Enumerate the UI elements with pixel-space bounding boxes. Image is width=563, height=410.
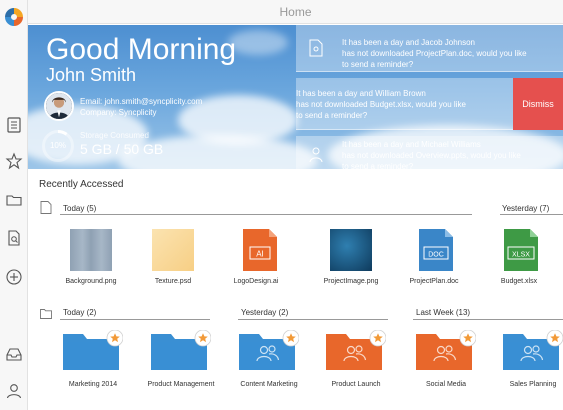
dismiss-button[interactable]: Dismiss xyxy=(513,78,563,130)
file-name: Background.png xyxy=(65,278,117,285)
user-icon[interactable] xyxy=(5,382,23,400)
folder-icon xyxy=(151,330,211,370)
notification-line: to send a reminder? xyxy=(342,60,414,69)
file-name: LogoDesign.ai xyxy=(233,278,279,285)
group-label: Yesterday (7) xyxy=(502,204,550,213)
divider xyxy=(413,319,563,320)
folder-name: Marketing 2014 xyxy=(68,381,118,388)
xlsx-file-icon: XLSX xyxy=(504,229,538,271)
document-icon xyxy=(309,39,323,57)
group-label: Today (2) xyxy=(63,308,97,317)
image-thumbnail xyxy=(70,229,112,271)
welcome-banner: Good Morning John Smith Email: john.smit… xyxy=(28,25,563,169)
storage-arc-fill xyxy=(57,130,68,136)
recently-accessed-heading: Recently Accessed xyxy=(39,179,124,190)
file-name: Budget.xlsx xyxy=(500,278,538,285)
group-label: Last Week (13) xyxy=(416,308,471,317)
files-icon[interactable] xyxy=(5,116,23,134)
notification-line: to send a reminder? xyxy=(296,111,368,120)
document-icon xyxy=(40,201,52,214)
file-name: ProjectImage.png xyxy=(323,278,379,285)
group-label: Today (5) xyxy=(63,204,97,213)
notification-panel: It has been a day and Jacob Johnson has … xyxy=(296,25,563,169)
sidebar xyxy=(0,0,28,410)
notification-line: has not downloaded ProjectPlan.doc, woul… xyxy=(342,49,527,58)
folder-name: Product Management xyxy=(147,381,215,388)
divider xyxy=(60,319,210,320)
folder-icon xyxy=(40,309,52,319)
star-icon[interactable] xyxy=(5,152,23,170)
folder-icon xyxy=(503,330,563,370)
folder-icon[interactable] xyxy=(5,191,23,209)
folder-name: Sales Planning xyxy=(509,381,557,388)
folder-name: Product Launch xyxy=(331,381,381,388)
group-label: Yesterday (2) xyxy=(241,308,289,317)
file-name: ProjectPlan.doc xyxy=(409,278,459,285)
notification-item[interactable]: It has been a day and Jacob Johnson has … xyxy=(296,25,563,72)
inbox-icon[interactable] xyxy=(5,345,23,363)
notification-item[interactable]: It has been a day and Michael Williams h… xyxy=(296,136,563,169)
greeting-heading: Good Morning xyxy=(46,33,237,66)
notification-line: has not downloaded Budget.xlsx, would yo… xyxy=(296,100,466,109)
doc-file-icon: DOC xyxy=(419,229,453,271)
user-name: John Smith xyxy=(46,65,137,85)
storage-percent: 10% xyxy=(49,141,66,150)
ai-file-icon: AI xyxy=(243,229,277,271)
user-icon xyxy=(309,147,323,163)
file-type-badge: XLSX xyxy=(512,252,530,259)
divider xyxy=(500,214,563,215)
file-type-badge: DOC xyxy=(428,252,444,259)
add-icon[interactable] xyxy=(5,268,23,286)
file-name: Texture.psd xyxy=(154,278,192,285)
image-thumbnail xyxy=(152,229,194,271)
notification-line: to send a reminder? xyxy=(342,162,414,169)
notification-line: has not downloaded Overview.ppts, would … xyxy=(342,151,521,160)
topbar: Home xyxy=(28,0,563,24)
document-search-icon[interactable] xyxy=(5,229,23,247)
folder-name: Social Media xyxy=(425,381,467,388)
notification-item[interactable]: It has been a day and William Brown has … xyxy=(296,78,563,130)
folder-name: Content Marketing xyxy=(240,381,298,388)
syncplicity-logo-icon xyxy=(5,8,23,26)
divider xyxy=(238,319,388,320)
avatar xyxy=(44,91,74,121)
folder-icon xyxy=(239,330,299,370)
folder-icon xyxy=(326,330,386,370)
user-email: Email: john.smith@syncplicity.com xyxy=(80,97,203,106)
file-type-badge: AI xyxy=(256,250,264,259)
divider xyxy=(60,214,472,215)
image-thumbnail xyxy=(330,229,372,271)
storage-label: Storage Consumed xyxy=(80,131,149,140)
folder-icon xyxy=(416,330,476,370)
folder-icon xyxy=(63,330,123,370)
user-company: Company: Syncplicity xyxy=(80,108,157,117)
notification-line: It has been a day and William Brown xyxy=(296,89,426,98)
notification-line: It has been a day and Michael Williams xyxy=(342,140,481,149)
page-title: Home xyxy=(279,5,312,19)
storage-value: 5 GB / 50 GB xyxy=(80,141,164,157)
notification-line: It has been a day and Jacob Johnson xyxy=(342,38,475,47)
